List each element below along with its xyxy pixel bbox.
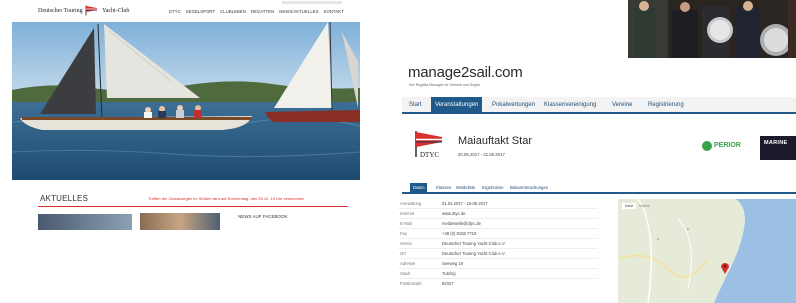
tab-meldeliste[interactable]: Meldeliste — [456, 185, 475, 190]
hero-sailing-photo — [12, 22, 360, 180]
nav-vereine[interactable]: Vereine — [612, 102, 632, 108]
menu-item-dtyc[interactable]: DTYC — [169, 9, 181, 14]
info-value: Tutzing — [442, 271, 456, 276]
news-thumbnail-image[interactable] — [140, 213, 220, 230]
award-ceremony-photo — [628, 0, 796, 58]
info-value: Seeweg 19 — [442, 261, 463, 266]
nav-veranstaltungen[interactable]: Veranstaltungen — [431, 97, 483, 114]
table-row: Stadt Tutzing — [398, 269, 598, 279]
dtyc-main-menu: DTYC SEGELSPORT CLUBLEBEN REGATTEN NEWS/… — [169, 9, 344, 14]
map-marker-icon[interactable] — [720, 261, 730, 275]
event-title: Maiauftakt Star — [458, 135, 532, 147]
menu-item-clubleben[interactable]: CLUBLEBEN — [220, 9, 246, 14]
table-row: Fax +49 (0) 8158 7719 — [398, 229, 598, 239]
section-title-aktuelles: AKTUELLES — [40, 194, 89, 203]
table-row: Internet www.dtyc.de — [398, 209, 598, 219]
manage2sail-main-nav: Start Veranstaltungen Pokalwertungen Kla… — [402, 97, 796, 114]
info-key: Verein — [400, 241, 412, 246]
nav-pokalwertungen[interactable]: Pokalwertungen — [492, 102, 535, 108]
highlight-news-link[interactable]: Treffen der Classicsegler im Stüberl wir… — [148, 196, 304, 201]
info-key: E-Mail — [400, 221, 412, 226]
info-key: Anmeldung — [400, 201, 422, 206]
section-divider — [38, 206, 348, 207]
info-key: Adresse — [400, 261, 416, 266]
event-dates: 20.05.2017 - 21.05.2017 — [458, 152, 505, 157]
table-row: Adresse Seeweg 19 — [398, 259, 598, 269]
info-key: Stadt — [400, 271, 410, 276]
event-location-map[interactable]: Karte Satellit — [618, 199, 796, 303]
dtyc-event-logo-icon: DTYC — [415, 131, 442, 159]
dtyc-brand-prefix[interactable]: Deutscher Touring — [38, 8, 83, 14]
info-value-link[interactable]: meldestelle@dtyc.de — [442, 221, 481, 226]
manage2sail-tagline: Der Regatta Manager für Vereine und Segl… — [409, 83, 481, 87]
tab-klassen[interactable]: Klassen — [436, 185, 451, 190]
info-value: Deutscher Touring Yacht-Club e.V. — [442, 251, 506, 256]
tab-daten[interactable]: Daten — [410, 183, 428, 194]
tab-bekanntmachungen[interactable]: Bekanntmachungen — [510, 185, 548, 190]
dtyc-header: Deutscher Touring Yacht-Club DTYC SEGELS… — [12, 0, 360, 22]
menu-item-segelsport[interactable]: SEGELSPORT — [186, 9, 215, 14]
event-logo-text: DTYC — [420, 151, 439, 159]
info-value: 01.03.2017 - 19.05.2017 — [442, 201, 488, 206]
dtyc-brand-suffix[interactable]: Yacht-Club — [102, 8, 129, 14]
info-value: +49 (0) 8158 7719 — [442, 231, 477, 236]
info-value-link[interactable]: www.dtyc.de — [442, 211, 466, 216]
dtyc-flag-logo-icon[interactable] — [84, 5, 98, 16]
nav-klassenvereinigung[interactable]: Klassenvereinigung — [544, 102, 596, 108]
map-tab-karte[interactable]: Karte — [622, 203, 637, 209]
table-row: Ort Deutscher Touring Yacht-Club e.V. — [398, 249, 598, 259]
menu-item-kontakt[interactable]: KONTAKT — [324, 9, 344, 14]
table-row: Postleitzahl 82327 — [398, 279, 598, 289]
tab-ergebnisse[interactable]: Ergebnisse — [482, 185, 504, 190]
nav-start[interactable]: Start — [409, 102, 422, 108]
news-thumbnail-image[interactable] — [38, 214, 132, 230]
sponsor-perior[interactable]: PERIOR — [714, 142, 741, 149]
menu-item-regatten[interactable]: REGATTEN — [251, 9, 274, 14]
manage2sail-screenshot: manage2sail.com Der Regatta Manager für … — [380, 0, 796, 303]
info-value: Deutscher Touring Yacht-Club e.V. — [442, 241, 506, 246]
table-row: E-Mail meldestelle@dtyc.de — [398, 219, 598, 229]
sponsor-marine-text[interactable]: MARINE — [764, 140, 788, 146]
info-value: 82327 — [442, 281, 454, 286]
table-row: Anmeldung 01.03.2017 - 19.05.2017 — [398, 199, 598, 209]
perior-logo-icon[interactable] — [702, 141, 712, 151]
map-canvas[interactable] — [618, 199, 796, 303]
info-key: Postleitzahl — [400, 281, 422, 286]
info-key: Ort — [400, 251, 406, 256]
manage2sail-logo[interactable]: manage2sail.com — [408, 64, 523, 81]
info-key: Internet — [400, 211, 415, 216]
map-tab-satellit[interactable]: Satellit — [636, 203, 653, 209]
event-tabbar: Daten Klassen Meldeliste Ergebnisse Beka… — [402, 183, 796, 194]
menu-item-news[interactable]: NEWS/AKTUELLES — [279, 9, 318, 14]
facebook-news-heading[interactable]: NEWS AUF FACEBOOK — [238, 214, 288, 219]
nav-registrierung[interactable]: Registrierung — [648, 102, 684, 108]
info-key: Fax — [400, 231, 407, 236]
dtyc-website-screenshot: Deutscher Touring Yacht-Club DTYC SEGELS… — [12, 0, 360, 303]
table-row: Verein Deutscher Touring Yacht-Club e.V. — [398, 239, 598, 249]
